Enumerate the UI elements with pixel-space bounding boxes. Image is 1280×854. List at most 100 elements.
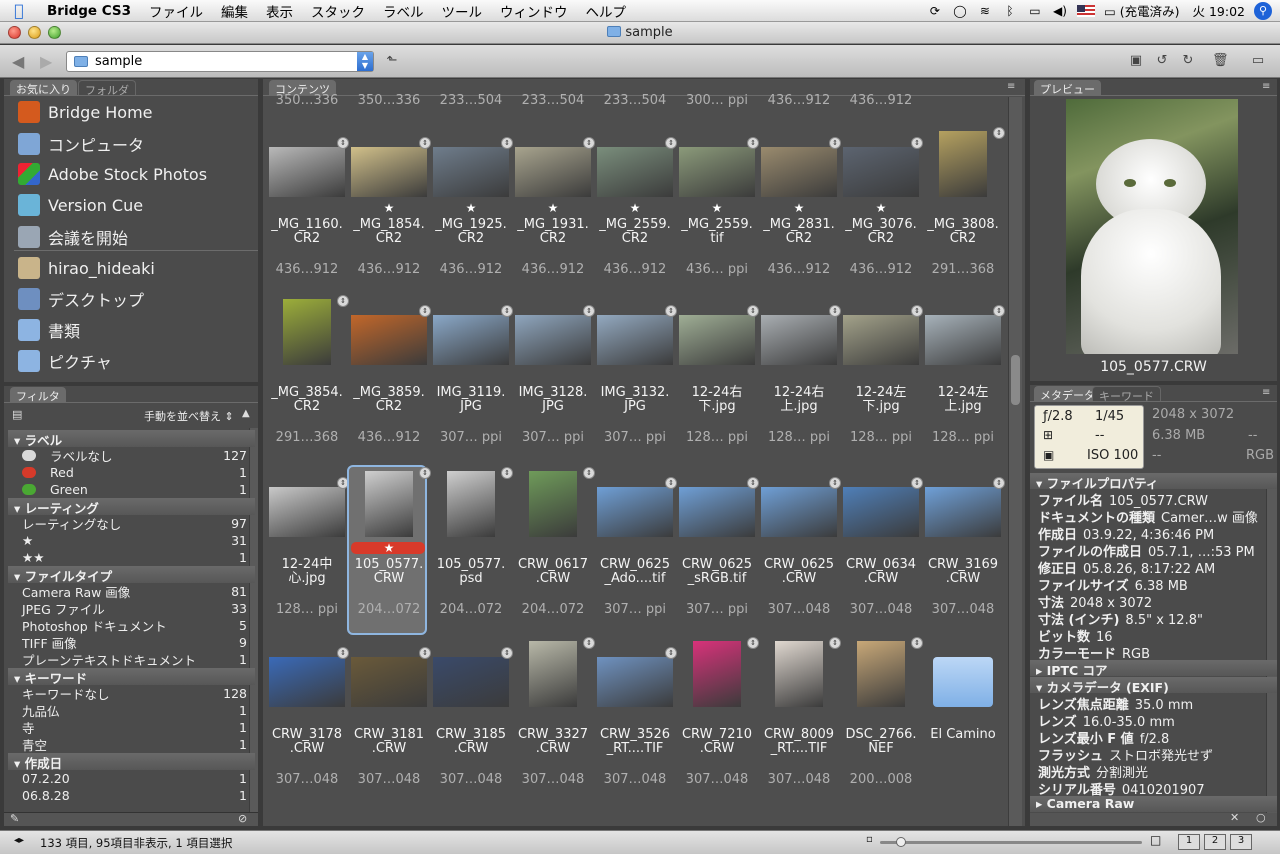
metadata-section-header[interactable]: ▾ ファイルプロパティ [1030, 473, 1277, 491]
rotate-badge-icon[interactable]: ⇕ [583, 467, 595, 479]
menu-view[interactable]: 表示 [257, 1, 302, 21]
thumbnail-filename[interactable]: 12-24中 心.jpg [267, 558, 347, 586]
filter-section-header[interactable]: ▾ キーワード [8, 668, 255, 686]
rating-stars[interactable]: ★ [595, 201, 675, 215]
filter-section-header[interactable]: ▾ 作成日 [8, 753, 255, 771]
thumbnail-filename[interactable]: _MG_1931. CR2 [513, 218, 593, 246]
filter-row[interactable]: 寺1 [8, 719, 255, 736]
compact-mode-icon[interactable]: ▭ [1250, 53, 1266, 69]
rotate-badge-icon[interactable]: ⇕ [665, 137, 677, 149]
view-3-button[interactable]: 3 [1230, 834, 1252, 850]
rotate-badge-icon[interactable]: ⇕ [419, 137, 431, 149]
thumbnail-filename[interactable]: CRW_3169 .CRW [923, 558, 1003, 586]
thumbnail-filename[interactable]: DSC_2766. NEF [841, 728, 921, 756]
thumbnail-filename[interactable]: 12-24右 上.jpg [759, 386, 839, 414]
thumbnail-filename[interactable]: _MG_3854. CR2 [267, 386, 347, 414]
rating-stars[interactable]: ★ [841, 201, 921, 215]
metadata-scrollbar[interactable] [1266, 473, 1277, 813]
rotate-badge-icon[interactable]: ⇕ [583, 305, 595, 317]
clock[interactable]: 火 19:02 [1193, 1, 1246, 20]
rotate-badge-icon[interactable]: ⇕ [419, 305, 431, 317]
rotate-badge-icon[interactable]: ⇕ [501, 467, 513, 479]
image-thumbnail[interactable] [925, 315, 1001, 365]
rotate-badge-icon[interactable]: ⇕ [829, 305, 841, 317]
fav-bridge-home[interactable]: Bridge Home [18, 101, 153, 123]
metadata-section-header[interactable]: ▸ Camera Raw [1030, 796, 1277, 812]
thumbnail-filename[interactable]: 105_0577. psd [431, 558, 511, 586]
filter-row[interactable]: ★ 31 [8, 532, 255, 549]
back-arrow-icon[interactable]: ◀ [12, 52, 24, 71]
new-folder-icon[interactable]: ▣ [1128, 53, 1144, 69]
apple-menu-icon[interactable]:  [0, 1, 38, 20]
image-thumbnail[interactable] [761, 487, 837, 537]
menu-tools[interactable]: ツール [433, 1, 492, 21]
image-thumbnail[interactable] [447, 471, 495, 537]
panel-menu-icon[interactable]: ≡ [1262, 387, 1270, 398]
thumbnail-filename[interactable]: CRW_3526 _RT....TIF [595, 728, 675, 756]
thumbnail-filename[interactable]: _MG_1854. CR2 [349, 218, 429, 246]
tab-keywords[interactable]: キーワード [1092, 386, 1161, 403]
thumbnail-filename[interactable]: CRW_3327 .CRW [513, 728, 593, 756]
rotate-badge-icon[interactable]: ⇕ [419, 467, 431, 479]
image-thumbnail[interactable] [843, 315, 919, 365]
speech-icon[interactable]: ◯ [952, 4, 968, 18]
thumbnail-filename[interactable]: CRW_7210 .CRW [677, 728, 757, 756]
image-thumbnail[interactable] [679, 487, 755, 537]
fav-documents[interactable]: 書類 [18, 318, 80, 342]
image-thumbnail[interactable] [843, 147, 919, 197]
clear-filter-icon[interactable]: ⊘ [238, 812, 247, 825]
image-thumbnail[interactable] [433, 657, 509, 707]
thumbnail-filename[interactable]: CRW_3178 .CRW [267, 728, 347, 756]
thumbnail-filename[interactable]: CRW_0625 .CRW [759, 558, 839, 586]
image-thumbnail[interactable] [761, 147, 837, 197]
thumbnail-filename[interactable]: El Camino [923, 728, 1003, 742]
filter-row[interactable]: 九品仏 1 [8, 702, 255, 719]
rotate-badge-icon[interactable]: ⇕ [993, 127, 1005, 139]
image-thumbnail[interactable] [761, 315, 837, 365]
image-thumbnail[interactable] [529, 641, 577, 707]
dropdown-arrows-icon[interactable]: ▲ ▼ [357, 52, 373, 71]
panel-menu-icon[interactable]: ≡ [1007, 81, 1015, 92]
filter-row[interactable]: Green 1 [8, 481, 255, 498]
image-thumbnail[interactable] [939, 131, 987, 197]
rotate-badge-icon[interactable]: ⇕ [665, 305, 677, 317]
filter-row[interactable]: 青空 1 [8, 736, 255, 753]
close-icon[interactable]: ✕ [1230, 811, 1239, 824]
fav-version-cue[interactable]: Version Cue [18, 194, 143, 216]
path-dropdown[interactable]: sample ▲ ▼ [66, 51, 374, 72]
image-thumbnail[interactable] [515, 315, 591, 365]
bluetooth-icon[interactable]: ᛒ [1002, 4, 1018, 18]
image-thumbnail[interactable] [925, 487, 1001, 537]
image-thumbnail[interactable] [433, 147, 509, 197]
image-thumbnail[interactable] [269, 147, 345, 197]
circle-icon[interactable]: ○ [1256, 811, 1266, 824]
rotate-right-icon[interactable]: ↻ [1180, 53, 1196, 69]
thumbnail-filename[interactable]: 12-24左 下.jpg [841, 386, 921, 414]
thumbnail-filename[interactable]: _MG_2559. CR2 [595, 218, 675, 246]
filter-row[interactable]: 07.2.20 1 [8, 770, 255, 787]
rotate-left-icon[interactable]: ↺ [1154, 53, 1170, 69]
tab-metadata[interactable]: メタデータ [1034, 386, 1101, 402]
sort-menu[interactable]: 手動を並べ替え ⇕ [144, 408, 234, 424]
rotate-badge-icon[interactable]: ⇕ [501, 137, 513, 149]
battery-status[interactable]: ▭ (充電済み) [1104, 1, 1180, 20]
volume-icon[interactable]: ◀) [1052, 4, 1068, 18]
spotlight-icon[interactable]: ⚲ [1254, 1, 1272, 20]
menu-edit[interactable]: 編集 [212, 1, 257, 21]
rotate-badge-icon[interactable]: ⇕ [993, 305, 1005, 317]
image-thumbnail[interactable] [529, 471, 577, 537]
menu-file[interactable]: ファイル [140, 1, 212, 21]
thumbnail-filename[interactable]: IMG_3119. JPG [431, 386, 511, 414]
image-thumbnail[interactable] [857, 641, 905, 707]
fav-computer[interactable]: コンピュータ [18, 132, 144, 156]
image-thumbnail[interactable] [351, 315, 427, 365]
thumbnail-filename[interactable]: _MG_3808. CR2 [923, 218, 1003, 246]
menu-help[interactable]: ヘルプ [577, 1, 636, 21]
rotate-badge-icon[interactable]: ⇕ [911, 637, 923, 649]
thumbnail-filename[interactable]: CRW_0625 _sRGB.tif [677, 558, 757, 586]
filter-row[interactable]: 06.8.28 1 [8, 787, 255, 804]
thumbnail-filename[interactable]: 105_0577. CRW [349, 558, 429, 586]
forward-arrow-icon[interactable]: ▶ [40, 52, 52, 71]
rotate-badge-icon[interactable]: ⇕ [501, 305, 513, 317]
image-thumbnail[interactable] [269, 657, 345, 707]
